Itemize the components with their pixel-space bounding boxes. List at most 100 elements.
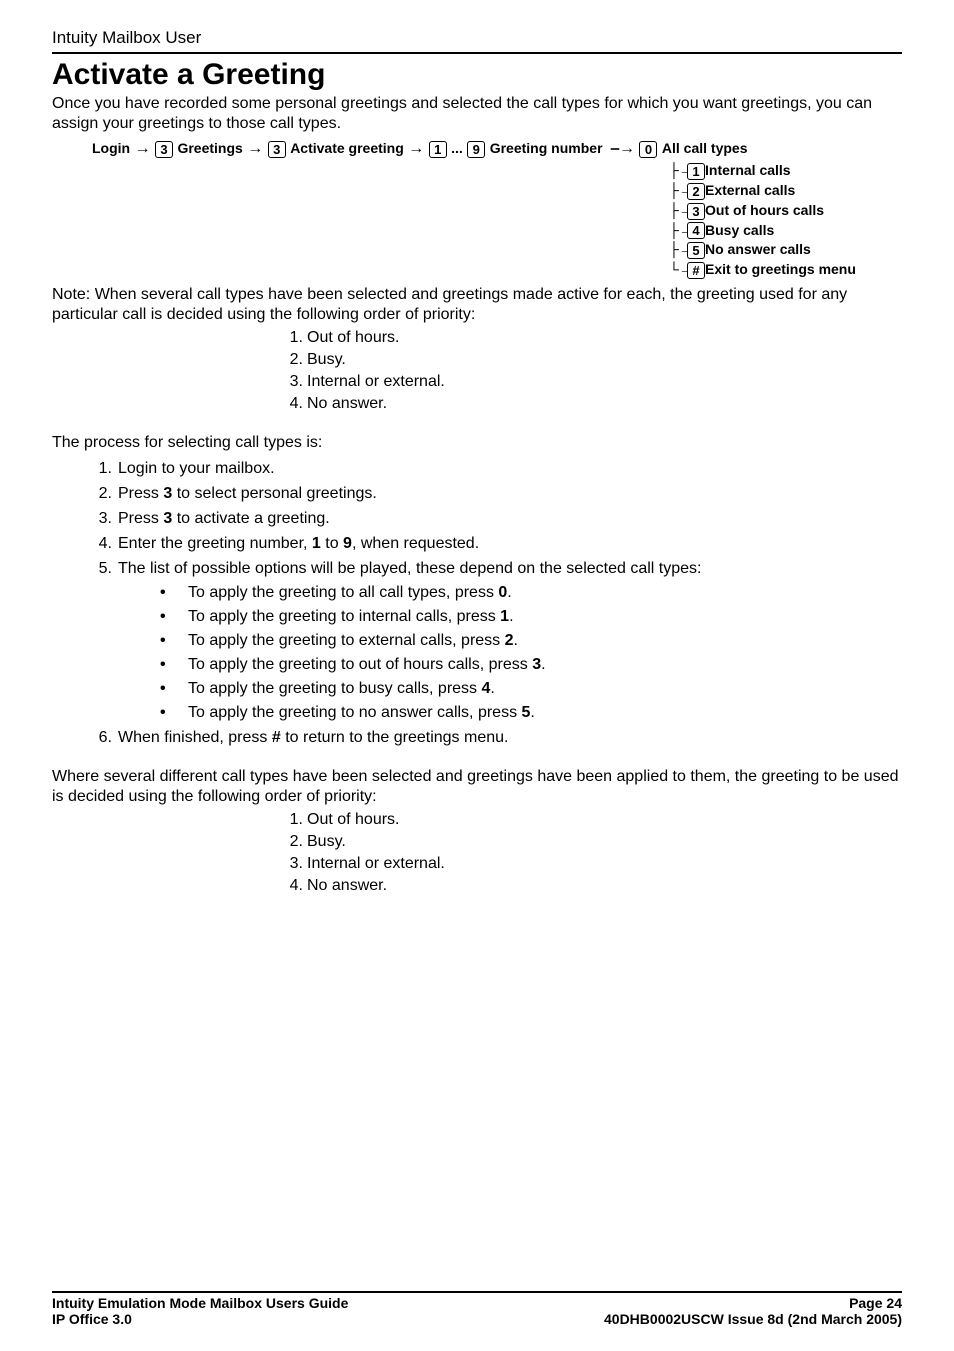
sub-item: To apply the greeting to busy calls, pre…	[188, 680, 902, 698]
key-3: 3	[268, 141, 286, 158]
sub-item: To apply the greeting to all call types,…	[188, 584, 902, 602]
sub-key: 0	[498, 584, 507, 601]
sub-item: To apply the greeting to out of hours ca…	[188, 656, 902, 674]
flow-login: Login	[92, 140, 130, 156]
sub-text: .	[514, 632, 518, 649]
item-text: Out of hours.	[307, 811, 400, 828]
navigation-flow: Login → 3 Greetings → 3 Activate greetin…	[92, 140, 902, 158]
page-header: Intuity Mailbox User	[52, 28, 902, 54]
flow-activate: Activate greeting	[290, 140, 404, 156]
step-text-a: When finished, press	[118, 729, 272, 746]
branch-icon: ├→	[669, 182, 687, 198]
step-key: #	[272, 729, 281, 746]
header-title: Intuity Mailbox User	[52, 28, 201, 47]
branch-icon: ├→	[669, 241, 687, 257]
arrow-icon: →	[247, 140, 263, 157]
intro-paragraph: Once you have recorded some personal gre…	[52, 94, 902, 134]
key-1: 1	[429, 141, 447, 158]
sub-text: To apply the greeting to all call types,…	[188, 584, 498, 601]
step-key: 9	[343, 535, 352, 552]
list-item: 3.Internal or external.	[52, 373, 902, 391]
sub-item: To apply the greeting to no answer calls…	[188, 704, 902, 722]
option-busy: Busy calls	[705, 222, 774, 238]
item-text: Internal or external.	[307, 855, 445, 872]
sub-text: .	[507, 584, 511, 601]
branch-icon: ├→	[669, 162, 687, 178]
sub-item: To apply the greeting to external calls,…	[188, 632, 902, 650]
key-3: 3	[687, 203, 705, 220]
sub-item: To apply the greeting to internal calls,…	[188, 608, 902, 626]
footer-left-2: IP Office 3.0	[52, 1311, 132, 1327]
key-0: 0	[639, 141, 657, 158]
option-row: ├→1Internal calls	[669, 162, 902, 180]
list-item: 2.Busy.	[52, 351, 902, 369]
branch-icon: ├→	[669, 202, 687, 218]
option-row: ├→3Out of hours calls	[669, 202, 902, 220]
key-3: 3	[155, 141, 173, 158]
sub-text: To apply the greeting to no answer calls…	[188, 704, 522, 721]
step-6: 6.When finished, press # to return to th…	[52, 729, 902, 747]
step-text-b: to return to the greetings menu.	[281, 729, 509, 746]
flow-greetings: Greetings	[177, 140, 242, 156]
option-noanswer: No answer calls	[705, 241, 811, 257]
item-text: Out of hours.	[307, 329, 400, 346]
priority-list-2: 1.Out of hours. 2.Busy. 3.Internal or ex…	[52, 811, 902, 895]
step-key: 1	[312, 535, 321, 552]
key-1: 1	[687, 163, 705, 180]
step-text-b: to activate a greeting.	[172, 510, 329, 527]
sub-text: .	[490, 680, 494, 697]
option-all: All call types	[662, 140, 748, 156]
sub-text: To apply the greeting to internal calls,…	[188, 608, 500, 625]
step-1: 1.Login to your mailbox.	[52, 460, 902, 478]
arrow-icon: ⎯→	[611, 140, 635, 157]
sub-options: To apply the greeting to all call types,…	[118, 584, 902, 722]
branch-icon: └→	[669, 261, 687, 277]
step-text-b: to select personal greetings.	[172, 485, 377, 502]
option-oohours: Out of hours calls	[705, 202, 824, 218]
footer-right-1: Page 24	[849, 1295, 902, 1311]
branch-icon: ├→	[669, 222, 687, 238]
step-text-b: to	[321, 535, 343, 552]
step-text-a: Press	[118, 485, 163, 502]
option-internal: Internal calls	[705, 162, 791, 178]
document-page: Intuity Mailbox User Activate a Greeting…	[0, 0, 954, 1351]
option-exit: Exit to greetings menu	[705, 261, 856, 277]
key-9: 9	[467, 141, 485, 158]
step-text-a: Enter the greeting number,	[118, 535, 312, 552]
step-key: 3	[163, 485, 172, 502]
item-text: No answer.	[307, 395, 387, 412]
options-tree: ├→1Internal calls ├→2External calls ├→3O…	[669, 162, 902, 279]
sub-key: 2	[505, 632, 514, 649]
footer-left-1: Intuity Emulation Mode Mailbox Users Gui…	[52, 1295, 348, 1311]
note-paragraph: Note: When several call types have been …	[52, 285, 902, 325]
step-3: 3.Press 3 to activate a greeting.	[52, 510, 902, 528]
arrow-icon: →	[408, 140, 424, 157]
sub-text: .	[541, 656, 545, 673]
sub-text: To apply the greeting to external calls,…	[188, 632, 505, 649]
list-item: 2.Busy.	[52, 833, 902, 851]
steps-list: 1.Login to your mailbox. 2.Press 3 to se…	[52, 460, 902, 747]
option-row: ├→5No answer calls	[669, 241, 902, 259]
priority-list-1: 1.Out of hours. 2.Busy. 3.Internal or ex…	[52, 329, 902, 413]
step-text-c: , when requested.	[352, 535, 479, 552]
item-text: Busy.	[307, 351, 346, 368]
option-external: External calls	[705, 182, 795, 198]
item-text: Internal or external.	[307, 373, 445, 390]
step-2: 2.Press 3 to select personal greetings.	[52, 485, 902, 503]
list-item: 1.Out of hours.	[52, 329, 902, 347]
list-item: 4.No answer.	[52, 877, 902, 895]
sub-text: .	[530, 704, 534, 721]
flow-number-label: Greeting number	[490, 140, 603, 156]
flow-ellipsis: ...	[451, 140, 463, 156]
sub-text: To apply the greeting to busy calls, pre…	[188, 680, 482, 697]
step-text-a: Press	[118, 510, 163, 527]
process-intro: The process for selecting call types is:	[52, 433, 902, 453]
sub-key: 1	[500, 608, 509, 625]
key-5: 5	[687, 242, 705, 259]
arrow-icon: →	[135, 140, 151, 157]
sub-key: 3	[532, 656, 541, 673]
option-row: ├→2External calls	[669, 182, 902, 200]
item-text: Busy.	[307, 833, 346, 850]
key-hash: #	[687, 262, 705, 279]
list-item: 3.Internal or external.	[52, 855, 902, 873]
